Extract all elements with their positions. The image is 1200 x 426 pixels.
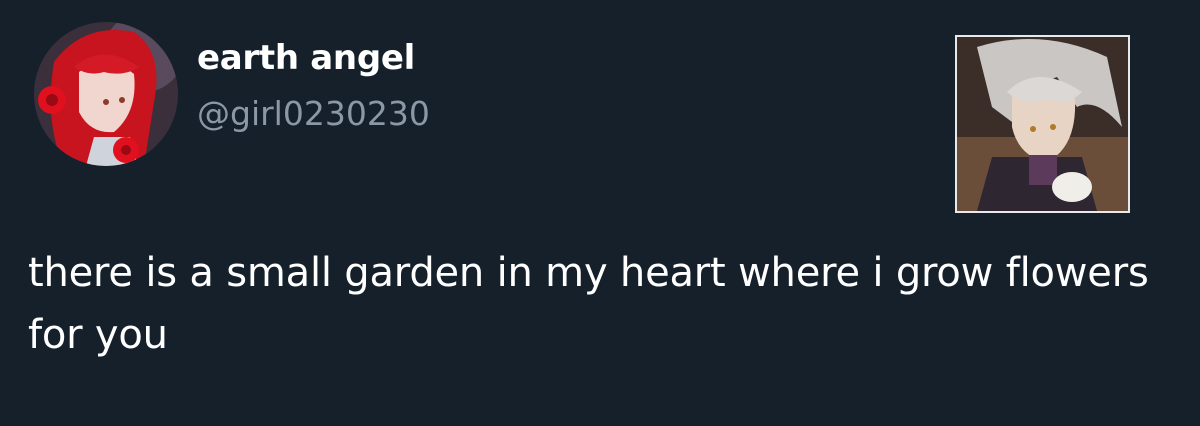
user-handle[interactable]: @girl0230230 xyxy=(197,92,430,136)
media-illustration xyxy=(957,37,1128,211)
tweet-card: earth angel @girl0230230 there is a smal… xyxy=(0,0,1200,426)
avatar-illustration xyxy=(34,22,178,166)
profile-avatar[interactable] xyxy=(34,22,178,166)
attached-image[interactable] xyxy=(955,35,1130,213)
tweet-text: there is a small garden in my heart wher… xyxy=(28,250,1149,358)
display-name[interactable]: earth angel xyxy=(197,36,415,80)
